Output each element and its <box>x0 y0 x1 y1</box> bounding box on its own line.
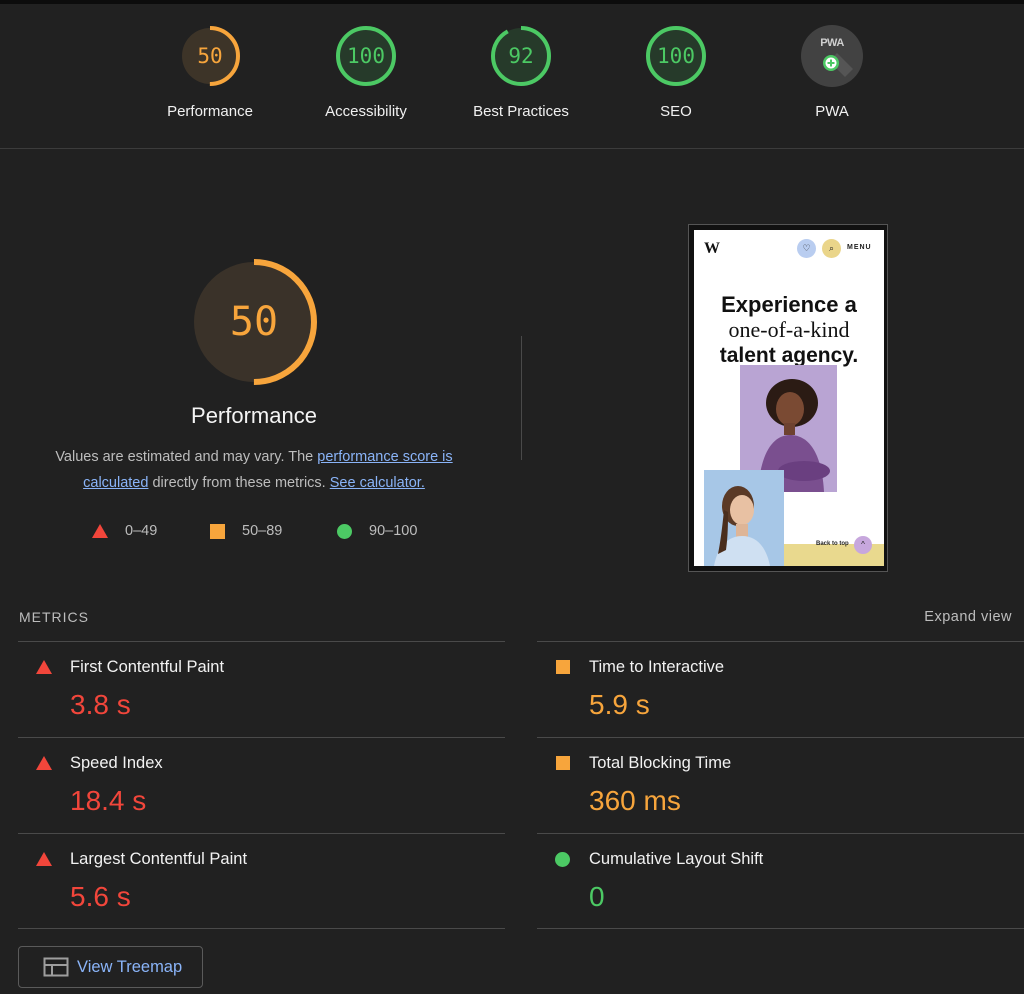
metric-name: Largest Contentful Paint <box>70 850 248 868</box>
hero-heading-line: Experience a <box>721 292 857 317</box>
metric-name: First Contentful Paint <box>70 658 225 676</box>
heart-icon: ♡ <box>797 239 816 258</box>
gauge-ring: 92 <box>489 24 553 88</box>
divider <box>537 737 1024 738</box>
view-treemap-button[interactable]: View Treemap <box>18 946 203 988</box>
fail-triangle-icon <box>36 852 52 866</box>
metric-value: 360 ms <box>589 785 681 816</box>
metric-cumulative-layout-shift: Cumulative Layout Shift 0 <box>537 835 977 921</box>
fail-triangle-icon <box>36 660 52 674</box>
gauge-ring: 50 <box>178 24 242 88</box>
gauge-ring: 100 <box>334 24 398 88</box>
pwa-badge: PWA <box>801 25 863 87</box>
metric-name: Time to Interactive <box>589 658 725 676</box>
metric-name: Total Blocking Time <box>589 754 732 772</box>
performance-title: Performance <box>191 403 317 428</box>
pwa-plus-icon <box>823 53 853 77</box>
divider <box>537 928 1024 929</box>
see-calculator-link[interactable]: See calculator. <box>330 475 425 491</box>
metric-value: 3.8 s <box>70 689 131 720</box>
performance-description: Values are estimated and may vary. The p… <box>24 444 484 496</box>
metric-name: Cumulative Layout Shift <box>589 850 764 868</box>
site-menu: MENU <box>847 244 872 251</box>
gauge-label: Accessibility <box>325 103 407 120</box>
vertical-divider <box>521 336 522 460</box>
gauge-score: 100 <box>657 44 695 68</box>
metric-largest-contentful-paint: Largest Contentful Paint 5.6 s <box>18 835 458 921</box>
divider <box>537 641 1024 642</box>
square-icon <box>210 523 225 539</box>
search-icon: ⌕ <box>822 239 841 258</box>
performance-score: 50 <box>229 299 279 345</box>
average-square-icon <box>556 756 570 770</box>
gauge-label: Best Practices <box>473 103 569 120</box>
final-screenshot[interactable]: W ♡ ⌕ MENU Experience a one-of-a-kind ta… <box>694 230 884 566</box>
gauge-ring: 100 <box>644 24 708 88</box>
circle-icon <box>337 523 352 539</box>
gauge-performance[interactable]: 50 Performance <box>140 24 280 120</box>
view-treemap-label: View Treemap <box>77 957 183 976</box>
gauge-pwa[interactable]: PWA PWA <box>762 24 902 120</box>
metric-total-blocking-time: Total Blocking Time 360 ms <box>537 739 977 825</box>
legend-average: 50–89 <box>210 520 282 542</box>
gauge-score: 92 <box>508 44 534 68</box>
metric-value: 18.4 s <box>70 785 147 816</box>
score-gauges-header: 50 Performance 100 Accessibility 92 Best… <box>0 4 1024 149</box>
metric-value: 5.6 s <box>70 881 131 912</box>
divider <box>537 833 1024 834</box>
metric-speed-index: Speed Index 18.4 s <box>18 739 458 825</box>
gauge-seo[interactable]: 100 SEO <box>606 24 746 120</box>
photo-woman-profile <box>704 470 784 566</box>
site-logo: W <box>704 240 720 257</box>
metric-value: 0 <box>589 881 605 912</box>
legend-range: 0–49 <box>125 523 158 539</box>
divider <box>18 641 505 642</box>
gauge-label: SEO <box>660 103 692 120</box>
divider <box>18 737 505 738</box>
gauge-score: 100 <box>347 44 385 68</box>
gauge-label: PWA <box>815 103 849 120</box>
gauge-label: Performance <box>167 103 253 120</box>
metrics-heading: METRICS <box>19 609 89 625</box>
average-square-icon <box>556 660 570 674</box>
description-text: Values are estimated and may vary. The <box>55 449 318 465</box>
metric-name: Speed Index <box>70 754 163 772</box>
metric-first-contentful-paint: First Contentful Paint 3.8 s <box>18 643 458 729</box>
legend-range: 90–100 <box>369 523 418 539</box>
legend-pass: 90–100 <box>337 520 417 542</box>
triangle-icon <box>92 524 108 538</box>
expand-view-toggle[interactable]: Expand view <box>924 609 1012 625</box>
divider <box>18 833 505 834</box>
gauge-accessibility[interactable]: 100 Accessibility <box>296 24 436 120</box>
gauge-best-practices[interactable]: 92 Best Practices <box>451 24 591 120</box>
divider <box>18 928 505 929</box>
metric-time-to-interactive: Time to Interactive 5.9 s <box>537 643 977 729</box>
fail-triangle-icon <box>36 756 52 770</box>
pwa-badge-container: PWA <box>800 24 864 88</box>
back-to-top-label: Back to top <box>816 541 849 547</box>
chevron-up-icon: ^ <box>854 536 872 554</box>
pass-circle-icon <box>555 852 570 867</box>
description-text: directly from these metrics. <box>148 475 330 491</box>
legend-range: 50–89 <box>242 523 283 539</box>
legend-fail: 0–49 <box>92 520 157 542</box>
hero-heading-line: one-of-a-kind <box>728 317 850 342</box>
treemap-icon <box>43 957 69 977</box>
gauge-score: 50 <box>197 44 223 68</box>
metric-value: 5.9 s <box>589 689 650 720</box>
